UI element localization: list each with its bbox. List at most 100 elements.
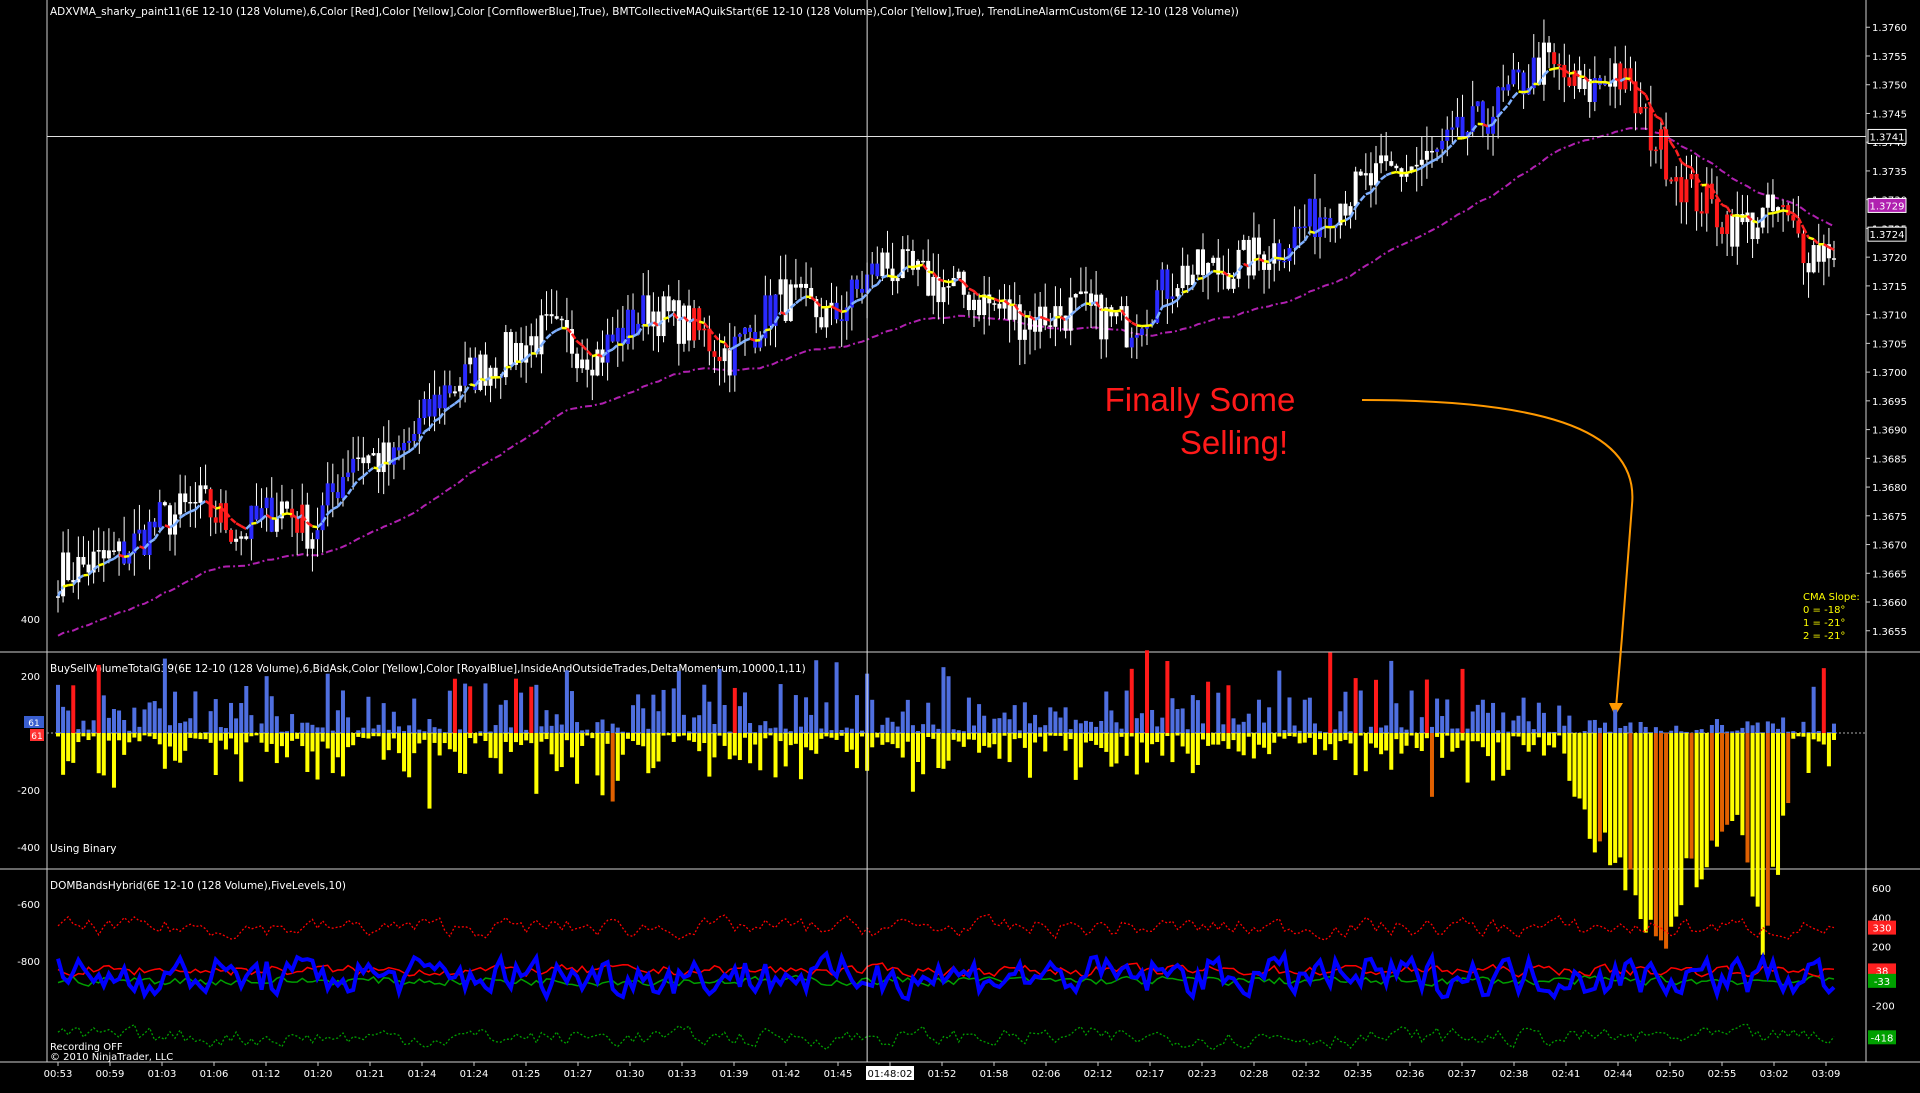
buy-volume-bar [957, 730, 961, 733]
buy-volume-bar [1354, 678, 1358, 733]
sell-volume-bar [1654, 733, 1658, 936]
candle-body [595, 349, 599, 375]
candle-body [316, 530, 320, 539]
sell-volume-bar [1242, 733, 1246, 755]
sell-volume-bar [127, 733, 131, 742]
sell-volume-bar [1710, 733, 1714, 841]
sell-volume-bar [590, 733, 594, 738]
buy-volume-bar [1822, 668, 1826, 733]
sell-volume-bar [1165, 733, 1169, 736]
buy-volume-bar [1623, 726, 1627, 733]
buy-volume-bar [891, 722, 895, 733]
candle-body [672, 300, 676, 311]
candle-body [977, 300, 981, 315]
sell-volume-bar [499, 733, 503, 774]
sell-volume-bar [1211, 733, 1215, 745]
adxvma-segment [1254, 259, 1259, 260]
adxvma-segment [506, 367, 511, 368]
sell-volume-bar [1598, 733, 1602, 841]
buy-volume-bar [107, 718, 111, 733]
sell-volume-bar [779, 733, 783, 741]
buy-volume-bar [697, 715, 701, 733]
buy-volume-bar [422, 731, 426, 733]
sell-volume-bar [916, 733, 920, 762]
buy-volume-bar [1155, 726, 1159, 733]
sell-volume-bar [1450, 733, 1454, 752]
buy-volume-bar [1786, 732, 1790, 733]
candle-body [1196, 249, 1200, 274]
adxvma-segment [1809, 238, 1814, 240]
candle-body [1730, 215, 1734, 247]
sell-volume-bar [468, 733, 472, 738]
time-tick-label: 02:12 [1084, 1069, 1113, 1080]
sell-volume-bar [534, 733, 538, 794]
candle-body [947, 286, 951, 288]
sell-volume-bar [631, 733, 635, 741]
zero-tag-buy: 61 [28, 719, 39, 729]
buy-volume-bar [702, 685, 706, 733]
adxvma-segment [1198, 278, 1203, 279]
buy-volume-bar [1440, 716, 1444, 733]
candle-body [1252, 238, 1256, 276]
candle-body [433, 395, 437, 417]
sell-volume-bar [733, 733, 737, 756]
sell-volume-bar [830, 733, 834, 738]
sell-volume-bar [1684, 733, 1688, 858]
buy-volume-bar [1725, 732, 1729, 733]
buy-volume-bar [1598, 728, 1602, 733]
candle-body [1756, 228, 1760, 239]
candle-body [840, 319, 844, 321]
sell-volume-bar [1374, 733, 1378, 748]
buy-volume-bar [860, 731, 864, 733]
buy-volume-bar [178, 723, 182, 733]
buy-volume-bar [356, 730, 360, 733]
buy-volume-bar [1114, 722, 1118, 733]
buy-volume-bar [626, 732, 630, 733]
candle-body [397, 447, 401, 450]
sell-volume-bar [794, 733, 798, 744]
candle-body [539, 315, 543, 354]
sell-volume-bar [585, 733, 589, 735]
time-tick-label: 01:12 [252, 1069, 281, 1080]
buy-volume-bar [636, 694, 640, 733]
adxvma-segment [842, 311, 847, 312]
buy-volume-bar [1125, 691, 1129, 733]
sell-volume-bar [132, 733, 136, 738]
sell-volume-bar [1089, 733, 1093, 741]
adxvma-segment [68, 585, 73, 586]
time-tick-label: 02:28 [1240, 1069, 1269, 1080]
adxvma-segment [1778, 210, 1783, 211]
price-tick-label: 1.3665 [1872, 569, 1907, 580]
sell-volume-bar [763, 733, 767, 738]
sell-volume-bar [1023, 733, 1027, 748]
sell-volume-bar [76, 733, 80, 742]
candle-body [1832, 258, 1836, 260]
buy-volume-bar [1588, 720, 1592, 733]
candle-body [122, 541, 126, 563]
sell-volume-bar [188, 733, 192, 738]
sell-volume-bar [198, 733, 202, 739]
candle-body [682, 306, 686, 344]
sell-volume-bar [1522, 733, 1526, 745]
sell-volume-bar [1313, 733, 1317, 755]
buy-volume-bar [1247, 714, 1251, 733]
price-tick-label: 1.3675 [1872, 512, 1907, 523]
time-tick-label: 01:30 [616, 1069, 645, 1080]
adxvma-segment [1396, 172, 1401, 173]
buy-volume-bar [1766, 721, 1770, 733]
buy-volume-bar [290, 714, 294, 733]
buy-volume-bar [168, 725, 172, 733]
adxvma-segment [1554, 68, 1559, 69]
candle-body [305, 505, 309, 549]
sell-volume-bar [1455, 733, 1459, 748]
candle-body [799, 284, 803, 288]
buy-volume-bar [1313, 723, 1317, 733]
candle-body [921, 261, 925, 263]
sell-volume-bar [1435, 733, 1439, 737]
buy-volume-bar [687, 731, 691, 733]
cma-slope-line-0: 0 = -18° [1803, 605, 1845, 616]
candle-body [870, 264, 874, 275]
sell-volume-bar [1771, 733, 1775, 867]
candle-body [1618, 63, 1622, 89]
buy-volume-bar [433, 727, 437, 733]
